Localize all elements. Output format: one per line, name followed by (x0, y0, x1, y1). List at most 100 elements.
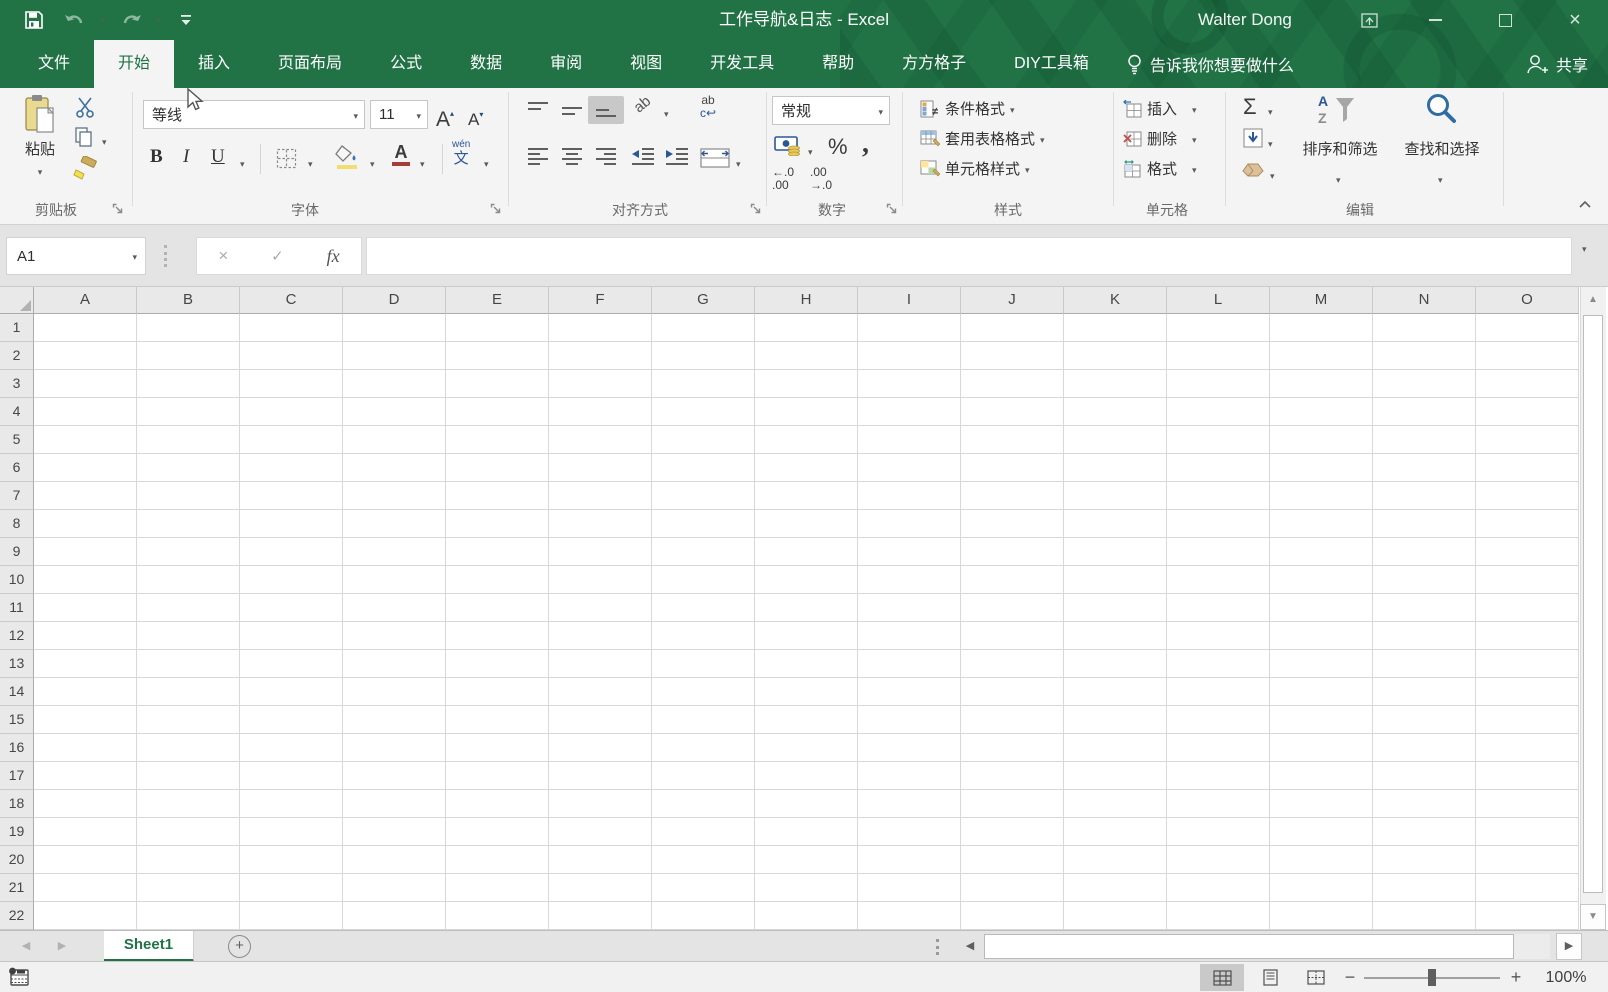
tab-insert[interactable]: 插入 (174, 40, 254, 88)
row-header-22[interactable]: 22 (0, 902, 34, 930)
find-select-dropdown[interactable] (1438, 170, 1443, 188)
scroll-up-arrow[interactable]: ▲ (1580, 289, 1606, 311)
row-header-16[interactable]: 16 (0, 734, 34, 762)
align-right-button[interactable] (594, 146, 618, 173)
enter-icon[interactable]: ✓ (271, 247, 284, 265)
increase-font-size-button[interactable]: A (436, 98, 454, 132)
column-header-C[interactable]: C (240, 287, 343, 314)
sheet-tab-active[interactable]: Sheet1 (104, 931, 194, 962)
accounting-format-button[interactable] (774, 134, 802, 161)
decrease-decimal-button[interactable]: .00 →.0 (810, 166, 832, 192)
row-header-21[interactable]: 21 (0, 874, 34, 902)
name-box[interactable]: A1 (6, 237, 146, 275)
tab-review[interactable]: 审阅 (526, 40, 606, 88)
column-header-K[interactable]: K (1064, 287, 1167, 314)
hscroll-left-arrow[interactable]: ◀ (958, 931, 982, 962)
tab-page-layout[interactable]: 页面布局 (254, 40, 366, 88)
underline-dropdown[interactable] (240, 154, 245, 172)
row-header-19[interactable]: 19 (0, 818, 34, 846)
close-button[interactable]: × (1552, 0, 1598, 40)
copy-dropdown[interactable] (102, 132, 107, 150)
row-header-13[interactable]: 13 (0, 650, 34, 678)
phonetic-guide-button[interactable]: wén 文 (452, 140, 470, 168)
align-center-button[interactable] (560, 146, 584, 173)
decrease-font-size-button[interactable]: A (468, 102, 483, 130)
tell-me-box[interactable]: 告诉我你想要做什么 (1113, 40, 1308, 88)
borders-button[interactable] (276, 148, 297, 174)
tab-developer[interactable]: 开发工具 (686, 40, 798, 88)
paste-button[interactable]: 粘贴 (12, 94, 68, 180)
zoom-in-button[interactable]: + (1506, 963, 1526, 991)
phonetic-dropdown[interactable] (484, 154, 489, 172)
sort-filter-label[interactable]: 排序和筛选 (1284, 138, 1396, 159)
column-header-L[interactable]: L (1167, 287, 1270, 314)
scroll-down-arrow[interactable]: ▼ (1580, 904, 1606, 930)
column-header-J[interactable]: J (961, 287, 1064, 314)
number-dialog-launcher[interactable] (886, 203, 898, 215)
horizontal-scrollbar-thumb[interactable] (984, 934, 1514, 959)
insert-function-button[interactable]: fx (327, 246, 340, 267)
comma-style-button[interactable]: , (862, 128, 869, 160)
column-header-G[interactable]: G (652, 287, 755, 314)
cell-styles-button[interactable]: 单元格样式 (920, 158, 1030, 179)
row-header-2[interactable]: 2 (0, 342, 34, 370)
zoom-slider-thumb[interactable] (1428, 969, 1436, 986)
font-color-dropdown[interactable] (420, 154, 425, 172)
tab-home[interactable]: 开始 (94, 40, 175, 88)
find-select-button[interactable] (1424, 92, 1458, 131)
tab-view[interactable]: 视图 (606, 40, 686, 88)
ribbon-display-options-button[interactable] (1346, 0, 1392, 40)
tab-diy-toolbox[interactable]: DIY工具箱 (990, 40, 1113, 88)
merge-center-dropdown[interactable] (736, 154, 741, 172)
user-name[interactable]: Walter Dong (1198, 0, 1328, 40)
merge-center-button[interactable] (700, 148, 730, 173)
sort-filter-button[interactable]: A Z (1316, 92, 1358, 133)
cells-area[interactable] (34, 314, 1579, 930)
column-header-F[interactable]: F (549, 287, 652, 314)
sheet-nav-right[interactable]: ▶ (50, 931, 74, 962)
wrap-text-button[interactable]: ab c↩ (700, 94, 716, 120)
row-header-3[interactable]: 3 (0, 370, 34, 398)
conditional-formatting-button[interactable]: ≠ 条件格式 (920, 98, 1015, 119)
row-header-20[interactable]: 20 (0, 846, 34, 874)
alignment-dialog-launcher[interactable] (750, 203, 762, 215)
tab-data[interactable]: 数据 (446, 40, 526, 88)
select-all-corner[interactable] (0, 287, 34, 314)
autosum-button[interactable]: Σ (1243, 94, 1257, 120)
format-as-table-button[interactable]: 套用表格格式 (920, 128, 1045, 149)
maximize-button[interactable] (1482, 0, 1528, 40)
increase-decimal-button[interactable]: ←.0 .00 (772, 166, 794, 192)
row-header-12[interactable]: 12 (0, 622, 34, 650)
align-top-button[interactable] (526, 100, 550, 125)
borders-dropdown[interactable] (308, 154, 313, 172)
row-header-18[interactable]: 18 (0, 790, 34, 818)
row-header-10[interactable]: 10 (0, 566, 34, 594)
font-size-select[interactable]: 11 (370, 100, 428, 129)
vertical-scrollbar-thumb[interactable] (1583, 315, 1603, 893)
page-break-preview-button[interactable] (1294, 964, 1338, 991)
zoom-level[interactable]: 100% (1534, 962, 1598, 992)
align-left-button[interactable] (526, 146, 550, 173)
column-header-O[interactable]: O (1476, 287, 1579, 314)
row-header-9[interactable]: 9 (0, 538, 34, 566)
column-header-H[interactable]: H (755, 287, 858, 314)
decrease-indent-button[interactable] (630, 146, 656, 173)
tab-file[interactable]: 文件 (14, 40, 94, 88)
align-middle-button[interactable] (560, 100, 584, 125)
collapse-ribbon-button[interactable] (1578, 200, 1592, 209)
autosum-dropdown[interactable] (1268, 102, 1273, 120)
share-button[interactable]: 共享 (1506, 40, 1608, 88)
find-select-label[interactable]: 查找和选择 (1386, 138, 1498, 159)
font-dialog-launcher[interactable] (490, 203, 502, 215)
row-header-11[interactable]: 11 (0, 594, 34, 622)
align-bottom-button[interactable] (588, 96, 624, 124)
clear-button[interactable] (1241, 162, 1265, 183)
row-header-17[interactable]: 17 (0, 762, 34, 790)
underline-button[interactable]: U (211, 146, 225, 168)
orientation-button[interactable]: ab (630, 93, 654, 117)
italic-button[interactable]: I (183, 146, 189, 168)
cut-button[interactable] (74, 96, 96, 123)
row-header-14[interactable]: 14 (0, 678, 34, 706)
fill-color-dropdown[interactable] (370, 154, 375, 172)
formula-bar-splitter[interactable] (164, 245, 167, 267)
